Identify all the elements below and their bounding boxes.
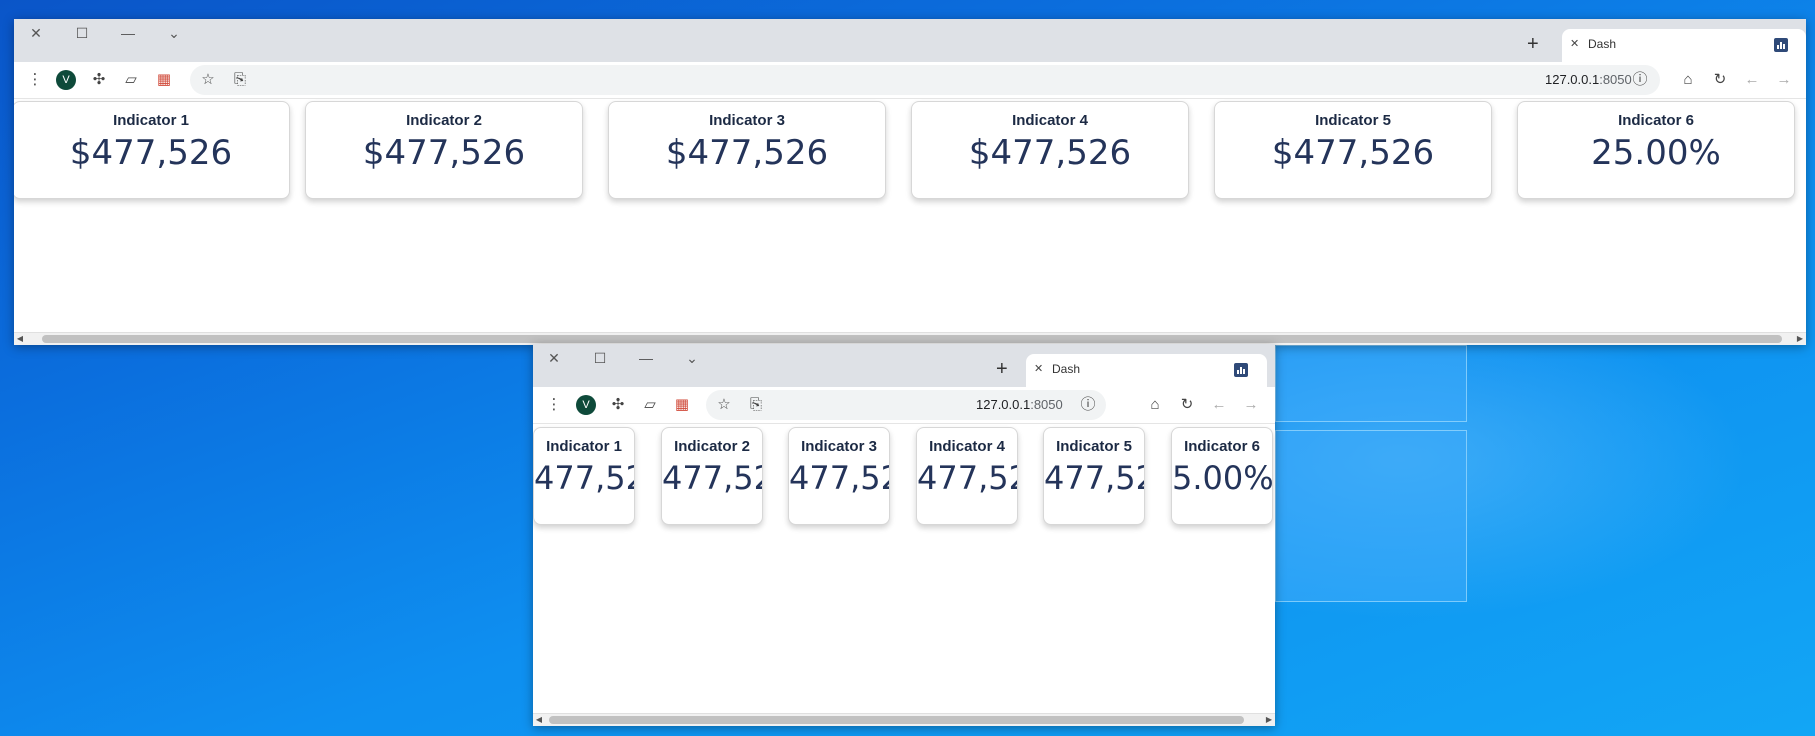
url-text: 127.0.0.1:8050 <box>976 397 1063 412</box>
indicator-card-5: Indicator 5 $477,526 <box>1214 101 1492 199</box>
indicator-value: 477,52 <box>1044 459 1145 497</box>
app-grid-icon[interactable]: ▦ <box>154 70 174 90</box>
tab-title: Dash <box>1588 37 1617 51</box>
reading-list-icon[interactable]: ▱ <box>121 70 141 90</box>
minimize-icon[interactable]: — <box>636 348 656 368</box>
url-text: 127.0.0.1:8050 <box>1545 72 1632 87</box>
minimize-icon[interactable]: — <box>118 23 138 43</box>
new-tab-button[interactable]: + <box>996 359 1008 379</box>
tab-dash[interactable]: ✕ Dash <box>1562 29 1806 62</box>
indicator-card-4: Indicator 4 477,52 <box>916 427 1018 525</box>
indicator-card-3: Indicator 3 477,52 <box>788 427 890 525</box>
title-bar: ✕ ☐ — ⌄ + ✕ Dash <box>14 19 1806 62</box>
arrow-right-icon[interactable]: → <box>1241 395 1261 415</box>
indicator-card-1: Indicator 1 $477,526 <box>14 101 290 199</box>
new-tab-button[interactable]: + <box>1527 34 1539 54</box>
tab-title: Dash <box>1052 362 1081 376</box>
indicator-card-2: Indicator 2 477,52 <box>661 427 763 525</box>
reading-list-icon[interactable]: ▱ <box>640 395 660 415</box>
windows-logo-pane <box>1275 430 1467 602</box>
scroll-left-arrow[interactable]: ◀ <box>14 333 26 345</box>
home-icon[interactable]: ⌂ <box>1678 70 1698 90</box>
share-icon[interactable]: ⎘ <box>230 70 250 90</box>
star-icon[interactable]: ☆ <box>198 70 218 90</box>
avatar[interactable]: V <box>56 70 76 90</box>
browser-window-top: ✕ ☐ — ⌄ + ✕ Dash ⋮ V ✣ ▱ ▦ ☆ ⎘ 127.0.0.1… <box>14 19 1806 345</box>
arrow-left-icon[interactable]: ← <box>1209 395 1229 415</box>
indicator-value: $477,526 <box>69 133 233 173</box>
chevron-down-icon[interactable]: ⌄ <box>682 348 702 368</box>
close-icon[interactable]: ✕ <box>26 23 46 43</box>
indicator-value: 477,52 <box>789 459 890 497</box>
indicator-card-2: Indicator 2 $477,526 <box>305 101 583 199</box>
tab-dash[interactable]: ✕ Dash <box>1026 354 1267 387</box>
toolbar: ⋮ V ✣ ▱ ▦ ☆ ⎘ 127.0.0.1:8050 ⓘ ⌂ ↻ ← → <box>533 387 1275 424</box>
indicator-label: Indicator 4 <box>929 438 1005 455</box>
info-icon[interactable]: ⓘ <box>1078 395 1098 415</box>
home-icon[interactable]: ⌂ <box>1145 395 1165 415</box>
dash-favicon-icon <box>1234 363 1248 377</box>
address-bar[interactable]: ☆ ⎘ 127.0.0.1:8050 ⓘ <box>706 390 1106 420</box>
scrollbar-thumb[interactable] <box>549 716 1244 724</box>
avatar[interactable]: V <box>576 395 596 415</box>
app-grid-icon[interactable]: ▦ <box>672 395 692 415</box>
browser-window-bottom: ✕ ☐ — ⌄ + ✕ Dash ⋮ V ✣ ▱ ▦ ☆ ⎘ 127.0.0.1… <box>533 344 1275 726</box>
indicator-value: $477,526 <box>968 133 1132 173</box>
maximize-icon[interactable]: ☐ <box>590 348 610 368</box>
arrow-left-icon[interactable]: ← <box>1742 70 1762 90</box>
toolbar: ⋮ V ✣ ▱ ▦ ☆ ⎘ 127.0.0.1:8050 ⓘ ⌂ ↻ ← → <box>14 62 1806 99</box>
dash-favicon-icon <box>1774 38 1788 52</box>
indicator-value: $477,526 <box>362 133 526 173</box>
indicator-label: Indicator 5 <box>1315 112 1391 129</box>
indicator-label: Indicator 1 <box>546 438 622 455</box>
horizontal-scrollbar[interactable]: ◀ ▶ <box>533 713 1275 726</box>
indicator-label: Indicator 2 <box>406 112 482 129</box>
close-icon[interactable]: ✕ <box>1570 29 1579 59</box>
windows-logo-pane <box>1275 345 1467 422</box>
reload-icon[interactable]: ↻ <box>1177 395 1197 415</box>
kebab-menu-icon[interactable]: ⋮ <box>544 395 564 415</box>
indicator-card-5: Indicator 5 477,52 <box>1043 427 1145 525</box>
scrollbar-thumb[interactable] <box>42 335 1782 343</box>
indicator-label: Indicator 1 <box>113 112 189 129</box>
scroll-right-arrow[interactable]: ▶ <box>1263 714 1275 726</box>
scroll-left-arrow[interactable]: ◀ <box>533 714 545 726</box>
page-content: Indicator 1 $477,526 Indicator 2 $477,52… <box>14 99 1806 333</box>
indicator-label: Indicator 6 <box>1618 112 1694 129</box>
maximize-icon[interactable]: ☐ <box>72 23 92 43</box>
indicator-label: Indicator 3 <box>801 438 877 455</box>
star-icon[interactable]: ☆ <box>714 395 734 415</box>
share-icon[interactable]: ⎘ <box>746 395 766 415</box>
indicator-label: Indicator 2 <box>674 438 750 455</box>
indicator-card-6: Indicator 6 25.00% <box>1517 101 1795 199</box>
close-icon[interactable]: ✕ <box>544 348 564 368</box>
indicator-card-6: Indicator 6 5.00% <box>1171 427 1273 525</box>
puzzle-icon[interactable]: ✣ <box>608 395 628 415</box>
indicator-value: 25.00% <box>1591 133 1721 173</box>
indicator-value: $477,526 <box>1271 133 1435 173</box>
indicator-value: 477,52 <box>534 459 635 497</box>
indicator-value: 477,52 <box>917 459 1018 497</box>
scroll-right-arrow[interactable]: ▶ <box>1794 333 1806 345</box>
arrow-right-icon[interactable]: → <box>1774 70 1794 90</box>
address-bar[interactable]: ☆ ⎘ 127.0.0.1:8050 ⓘ <box>190 65 1660 95</box>
indicator-label: Indicator 3 <box>709 112 785 129</box>
indicator-card-1: Indicator 1 477,52 <box>533 427 635 525</box>
indicator-value: 477,52 <box>662 459 763 497</box>
indicator-value: $477,526 <box>665 133 829 173</box>
reload-icon[interactable]: ↻ <box>1710 70 1730 90</box>
indicator-label: Indicator 6 <box>1184 438 1260 455</box>
info-icon[interactable]: ⓘ <box>1630 70 1650 90</box>
page-content: Indicator 1 477,52 Indicator 2 477,52 In… <box>533 424 1275 714</box>
indicator-label: Indicator 4 <box>1012 112 1088 129</box>
indicator-card-4: Indicator 4 $477,526 <box>911 101 1189 199</box>
kebab-menu-icon[interactable]: ⋮ <box>25 70 45 90</box>
indicator-card-3: Indicator 3 $477,526 <box>608 101 886 199</box>
indicator-label: Indicator 5 <box>1056 438 1132 455</box>
indicator-value: 5.00% <box>1172 459 1273 497</box>
title-bar: ✕ ☐ — ⌄ + ✕ Dash <box>533 344 1275 387</box>
close-icon[interactable]: ✕ <box>1034 354 1043 384</box>
chevron-down-icon[interactable]: ⌄ <box>164 23 184 43</box>
puzzle-icon[interactable]: ✣ <box>89 70 109 90</box>
